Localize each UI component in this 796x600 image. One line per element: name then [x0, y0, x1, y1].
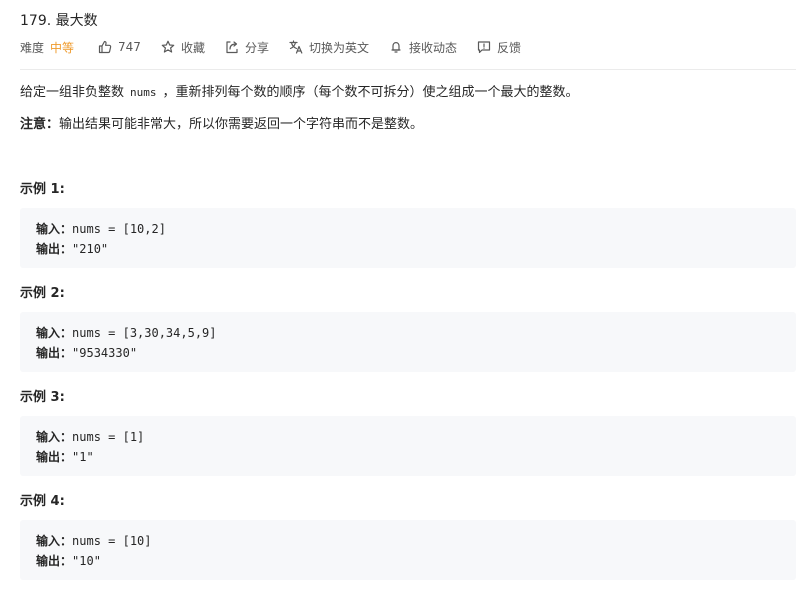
thumb-up-icon: [98, 40, 112, 54]
example-output-value: "9534330": [72, 346, 138, 360]
example-output-value: "210": [72, 242, 109, 256]
difficulty-label: 难度: [20, 40, 45, 55]
example-2-block: 输入：nums = [3,30,34,5,9] 输出："9534330": [20, 312, 796, 372]
description-text-after: ，重新排列每个数的顺序（每个数不可拆分）使之组成一个最大的整数。: [162, 85, 579, 100]
example-input-value: nums = [3,30,34,5,9]: [72, 326, 217, 340]
example-3-title: 示例 3:: [20, 390, 65, 405]
example-output-label: 输出：: [36, 554, 73, 568]
example-input-value: nums = [10,2]: [72, 222, 166, 236]
feedback-icon: [477, 41, 491, 54]
example-input-label: 输入：: [36, 430, 73, 444]
example-4-block: 输入：nums = [10] 输出："10": [20, 520, 796, 580]
example-output-value: "1": [72, 450, 94, 464]
description-text-before: 给定一组非负整数: [20, 85, 125, 100]
bell-icon: [391, 42, 401, 53]
inline-code-nums: nums: [130, 86, 157, 99]
share-icon: [226, 41, 238, 54]
like-count: 747: [118, 40, 141, 54]
feedback-label: 反馈: [497, 40, 522, 55]
example-output-label: 输出：: [36, 242, 73, 256]
example-input-label: 输入：: [36, 222, 73, 236]
example-3-block: 输入：nums = [1] 输出："1": [20, 416, 796, 476]
favorite-button[interactable]: 收藏: [161, 39, 205, 56]
example-1-title: 示例 1:: [20, 182, 65, 197]
translate-icon: [289, 40, 303, 54]
header-divider: [20, 69, 796, 70]
problem-description: 给定一组非负整数 nums ，重新排列每个数的顺序（每个数不可拆分）使之组成一个最大…: [20, 84, 790, 102]
example-input-value: nums = [10]: [72, 534, 152, 548]
switch-language-button[interactable]: 切换为英文: [289, 39, 369, 56]
example-2-title: 示例 2:: [20, 286, 65, 301]
note-label: 注意：: [20, 117, 60, 132]
note-text: 输出结果可能非常大，所以你需要返回一个字符串而不是整数。: [59, 117, 424, 132]
star-icon: [161, 40, 175, 53]
example-output-label: 输出：: [36, 346, 73, 360]
problem-page: 179. 最大数 难度 中等 747 收藏 分享 切换为英文 接收动态 反馈 给…: [0, 0, 796, 600]
notify-label: 接收动态: [408, 40, 457, 55]
like-button[interactable]: 747: [98, 40, 141, 54]
example-4-title: 示例 4:: [20, 494, 65, 509]
feedback-button[interactable]: 反馈: [477, 39, 521, 56]
example-input-label: 输入：: [36, 534, 73, 548]
share-button[interactable]: 分享: [225, 39, 269, 56]
problem-meta-bar: 难度 中等 747 收藏 分享 切换为英文 接收动态 反馈: [20, 37, 541, 57]
difficulty-value: 中等: [50, 40, 75, 55]
example-1-block: 输入：nums = [10,2] 输出："210": [20, 208, 796, 268]
switch-language-label: 切换为英文: [308, 40, 369, 55]
example-output-label: 输出：: [36, 450, 73, 464]
example-input-label: 输入：: [36, 326, 73, 340]
example-output-value: "10": [72, 554, 101, 568]
share-label: 分享: [244, 40, 269, 55]
notify-button[interactable]: 接收动态: [389, 39, 457, 56]
problem-title: 179. 最大数: [20, 13, 98, 29]
favorite-label: 收藏: [180, 40, 205, 55]
problem-note: 注意：输出结果可能非常大，所以你需要返回一个字符串而不是整数。: [20, 116, 790, 134]
example-input-value: nums = [1]: [72, 430, 145, 444]
